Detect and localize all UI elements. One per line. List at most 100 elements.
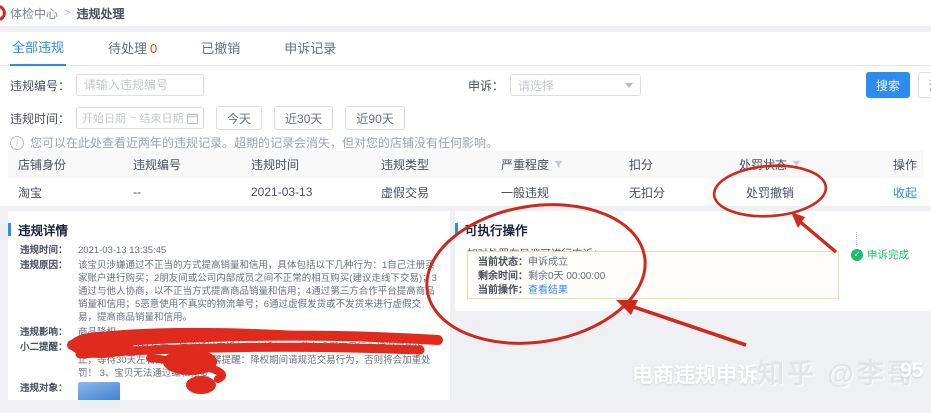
quick-30days-button[interactable]: 近30天: [274, 106, 333, 130]
th-status: 处罚状态: [695, 156, 845, 173]
detail-time-row: 违规时间： 2021-03-13 13:35:45: [8, 244, 450, 257]
notice-row: i 您可以在此处查看近两年的违规记录。超期的记录会消失，但对您的店铺没有任何影响…: [10, 134, 498, 151]
breadcrumb: 体检中心 > 违规处理: [0, 0, 931, 26]
collapse-link[interactable]: 收起: [893, 184, 917, 201]
breadcrumb-current: 违规处理: [76, 5, 124, 22]
detail-reminder-label: 小二提醒：: [20, 341, 78, 380]
date-range-picker[interactable]: 开始日期 ~ 结束日期: [76, 107, 204, 129]
appeal-step-done: ✓ 申诉完成: [851, 247, 909, 262]
detail-panel-title: 违规详情: [8, 211, 450, 244]
actions-panel-title: 可执行操作: [455, 211, 931, 244]
breadcrumb-root[interactable]: 体检中心: [10, 5, 58, 22]
appeal-select-placeholder: 请选择: [518, 77, 554, 94]
tab-appeal-records[interactable]: 申诉记录: [282, 38, 338, 65]
appeal-status-value: 申诉成立: [528, 257, 568, 268]
filter-icon[interactable]: [792, 160, 801, 169]
violation-item-thumbnail[interactable]: [78, 382, 120, 400]
appeal-status-row: 当前状态：申诉成立: [478, 256, 828, 270]
appeal-arrow-line: [634, 307, 746, 345]
violation-time-label: 违规时间：: [10, 110, 70, 127]
tab-all-violations-label: 全部违规: [12, 40, 64, 55]
calendar-icon: [187, 113, 198, 124]
cell-time: 2021-03-13: [241, 185, 371, 199]
pending-count-badge: 0: [150, 41, 157, 56]
appeal-remain-label: 剩余时间：: [478, 271, 528, 282]
available-actions-panel: 可执行操作 如对处罚有异议可进行申诉： 当前状态：申诉成立 剩余时间：剩余0天 …: [455, 211, 931, 311]
detail-impact-value: 商品降权: [78, 326, 438, 339]
date-separator: ~: [130, 112, 136, 124]
violation-card: 全部违规 待处理0 已撤销 申诉记录 违规编号： 申诉： 请选择 搜索 清空 违…: [0, 32, 931, 206]
detail-reason-row: 违规原因： 该宝贝涉嫌通过不正当的方式提高销量和信用，具体包括以下几种行为：1自…: [8, 259, 450, 324]
watermark-tail-text: 95: [900, 359, 923, 383]
appeal-label: 申诉：: [468, 77, 504, 94]
cell-status: 处罚撤销: [695, 184, 845, 201]
detail-title-text: 违规详情: [18, 220, 68, 239]
appeal-select[interactable]: 请选择: [510, 74, 641, 96]
view-result-link[interactable]: 查看结果: [528, 285, 568, 296]
th-status-label: 处罚状态: [739, 156, 787, 173]
watermark-front-text: 电商违规申诉: [632, 359, 758, 389]
detail-time-label: 违规时间：: [20, 244, 78, 257]
tab-revoked-label: 已撤销: [201, 41, 240, 56]
tab-pending-label: 待处理: [108, 41, 147, 56]
table-header: 店铺身份 违规编号 违规时间 违规类型 严重程度 扣分 处罚状态 操作: [8, 151, 923, 178]
search-button[interactable]: 搜索: [866, 72, 910, 98]
tab-bar: 全部违规 待处理0 已撤销 申诉记录: [0, 32, 931, 66]
date-start-placeholder: 开始日期: [82, 110, 126, 126]
filter-row-1: 违规编号： 申诉： 请选择 搜索 清空: [0, 74, 931, 96]
appeal-status-box: 当前状态：申诉成立 剩余时间：剩余0天 00:00:00 当前操作：查看结果: [467, 251, 839, 299]
appeal-remain-value: 剩余0天 00:00:00: [528, 271, 605, 282]
th-violation-no: 违规编号: [123, 156, 241, 173]
detail-reminder-value: 1、若无虚假交易行为，建议通过申诉入口申诉！ 2、若有虚假交易行为建议立即停止，…: [78, 341, 438, 380]
tab-pending[interactable]: 待处理0: [106, 38, 159, 65]
cell-type: 虚假交易: [371, 184, 491, 201]
detail-impact-row: 违规影响： 商品降权: [8, 326, 450, 339]
notice-text: 您可以在此处查看近两年的违规记录。超期的记录会消失，但对您的店铺没有任何影响。: [30, 134, 498, 151]
tab-all-violations[interactable]: 全部违规: [10, 37, 66, 66]
cell-points: 无扣分: [619, 184, 695, 201]
cell-violation-no: --: [123, 185, 241, 199]
appeal-operation-label: 当前操作：: [478, 285, 528, 296]
breadcrumb-separator: >: [64, 7, 70, 19]
appeal-operation-row: 当前操作：查看结果: [478, 284, 828, 298]
title-accent-bar: [455, 223, 458, 236]
clear-button[interactable]: 清空: [918, 72, 931, 98]
violation-detail-panel: 违规详情 违规时间： 2021-03-13 13:35:45 违规原因： 该宝贝…: [8, 211, 450, 400]
watermark: 知乎 @李哥 电商违规申诉 95: [632, 352, 931, 394]
date-end-placeholder: 结束日期: [139, 110, 183, 126]
table-row: 淘宝 -- 2021-03-13 虚假交易 一般违规 无扣分 处罚撤销 收起: [8, 178, 923, 206]
th-points: 扣分: [619, 156, 695, 173]
detail-reason-label: 违规原因：: [20, 259, 78, 324]
th-shop: 店铺身份: [8, 156, 123, 173]
tab-revoked[interactable]: 已撤销: [199, 38, 242, 65]
watermark-back-text: 知乎 @李哥: [757, 352, 917, 391]
detail-object-row: 违规对象：: [8, 382, 450, 400]
timeline-dotted-line: [856, 232, 857, 245]
th-severity-label: 严重程度: [501, 156, 549, 173]
check-circle-icon: ✓: [851, 249, 863, 261]
detail-object-label: 违规对象：: [20, 382, 78, 400]
step-done-label: 申诉完成: [867, 247, 909, 262]
th-type: 违规类型: [371, 156, 491, 173]
quick-90days-button[interactable]: 近90天: [345, 106, 404, 130]
filter-icon[interactable]: [554, 160, 563, 169]
tab-appeal-records-label: 申诉记录: [284, 41, 336, 56]
detail-time-value: 2021-03-13 13:35:45: [78, 244, 438, 257]
title-accent-bar: [8, 223, 11, 236]
violation-no-label: 违规编号：: [10, 77, 70, 94]
th-severity: 严重程度: [491, 156, 619, 173]
appeal-status-label: 当前状态：: [478, 257, 528, 268]
violation-no-input[interactable]: [76, 74, 204, 96]
detail-reminder-row: 小二提醒： 1、若无虚假交易行为，建议通过申诉入口申诉！ 2、若有虚假交易行为建…: [8, 341, 450, 380]
detail-impact-label: 违规影响：: [20, 326, 78, 339]
appeal-remain-row: 剩余时间：剩余0天 00:00:00: [478, 270, 828, 284]
th-time: 违规时间: [241, 156, 371, 173]
cell-severity: 一般违规: [491, 184, 619, 201]
quick-today-button[interactable]: 今天: [216, 106, 262, 130]
chevron-down-icon: [625, 83, 633, 88]
detail-reason-value: 该宝贝涉嫌通过不正当的方式提高销量和信用，具体包括以下几种行为：1自己注册买家账…: [78, 259, 438, 324]
cell-shop: 淘宝: [8, 184, 123, 201]
info-icon: i: [10, 136, 24, 150]
actions-title-text: 可执行操作: [465, 220, 528, 239]
th-action: 操作: [845, 156, 923, 173]
